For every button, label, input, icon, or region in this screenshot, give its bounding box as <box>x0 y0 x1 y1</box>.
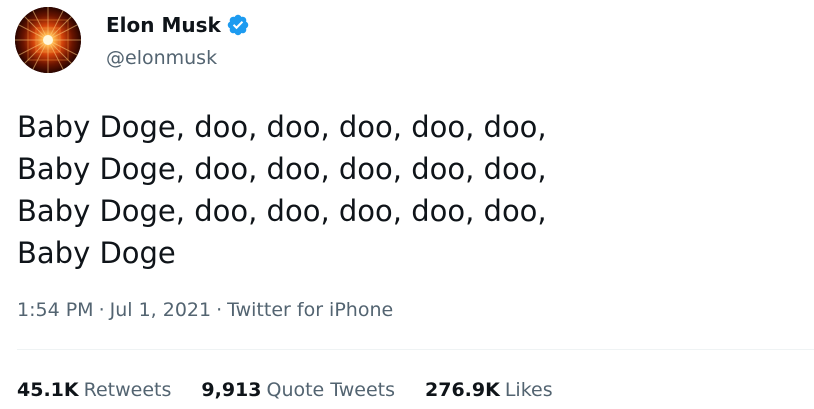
tweet-date[interactable]: Jul 1, 2021 <box>110 297 212 323</box>
tweet-text: Baby Doge, doo, doo, doo, doo, doo, Baby… <box>17 110 547 270</box>
retweets-label: Retweets <box>83 379 172 401</box>
author-handle[interactable]: @elonmusk <box>106 46 217 70</box>
author-display-name[interactable]: Elon Musk <box>106 12 221 38</box>
likes-stat[interactable]: 276.9K Likes <box>425 376 553 404</box>
retweets-stat[interactable]: 45.1K Retweets <box>17 376 171 404</box>
tweet-meta: 1:54 PM · Jul 1, 2021 · Twitter for iPho… <box>17 297 393 323</box>
tweet-time[interactable]: 1:54 PM <box>17 297 94 323</box>
likes-count: 276.9K <box>425 379 500 401</box>
quote-tweets-stat[interactable]: 9,913 Quote Tweets <box>201 376 395 404</box>
meta-separator: · <box>98 299 105 321</box>
avatar[interactable] <box>15 7 81 73</box>
tweet-stats: 45.1K Retweets 9,913 Quote Tweets 276.9K Li… <box>17 376 553 404</box>
avatar-image <box>15 7 81 73</box>
tweet-source[interactable]: Twitter for iPhone <box>227 297 393 323</box>
likes-label: Likes <box>504 379 553 401</box>
quote-tweets-count: 9,913 <box>201 379 262 401</box>
author-name-row: Elon Musk <box>106 12 250 38</box>
meta-separator: · <box>216 299 223 321</box>
retweets-count: 45.1K <box>17 379 79 401</box>
divider <box>17 349 814 350</box>
verified-badge-icon <box>226 13 250 37</box>
quote-tweets-label: Quote Tweets <box>266 379 396 401</box>
